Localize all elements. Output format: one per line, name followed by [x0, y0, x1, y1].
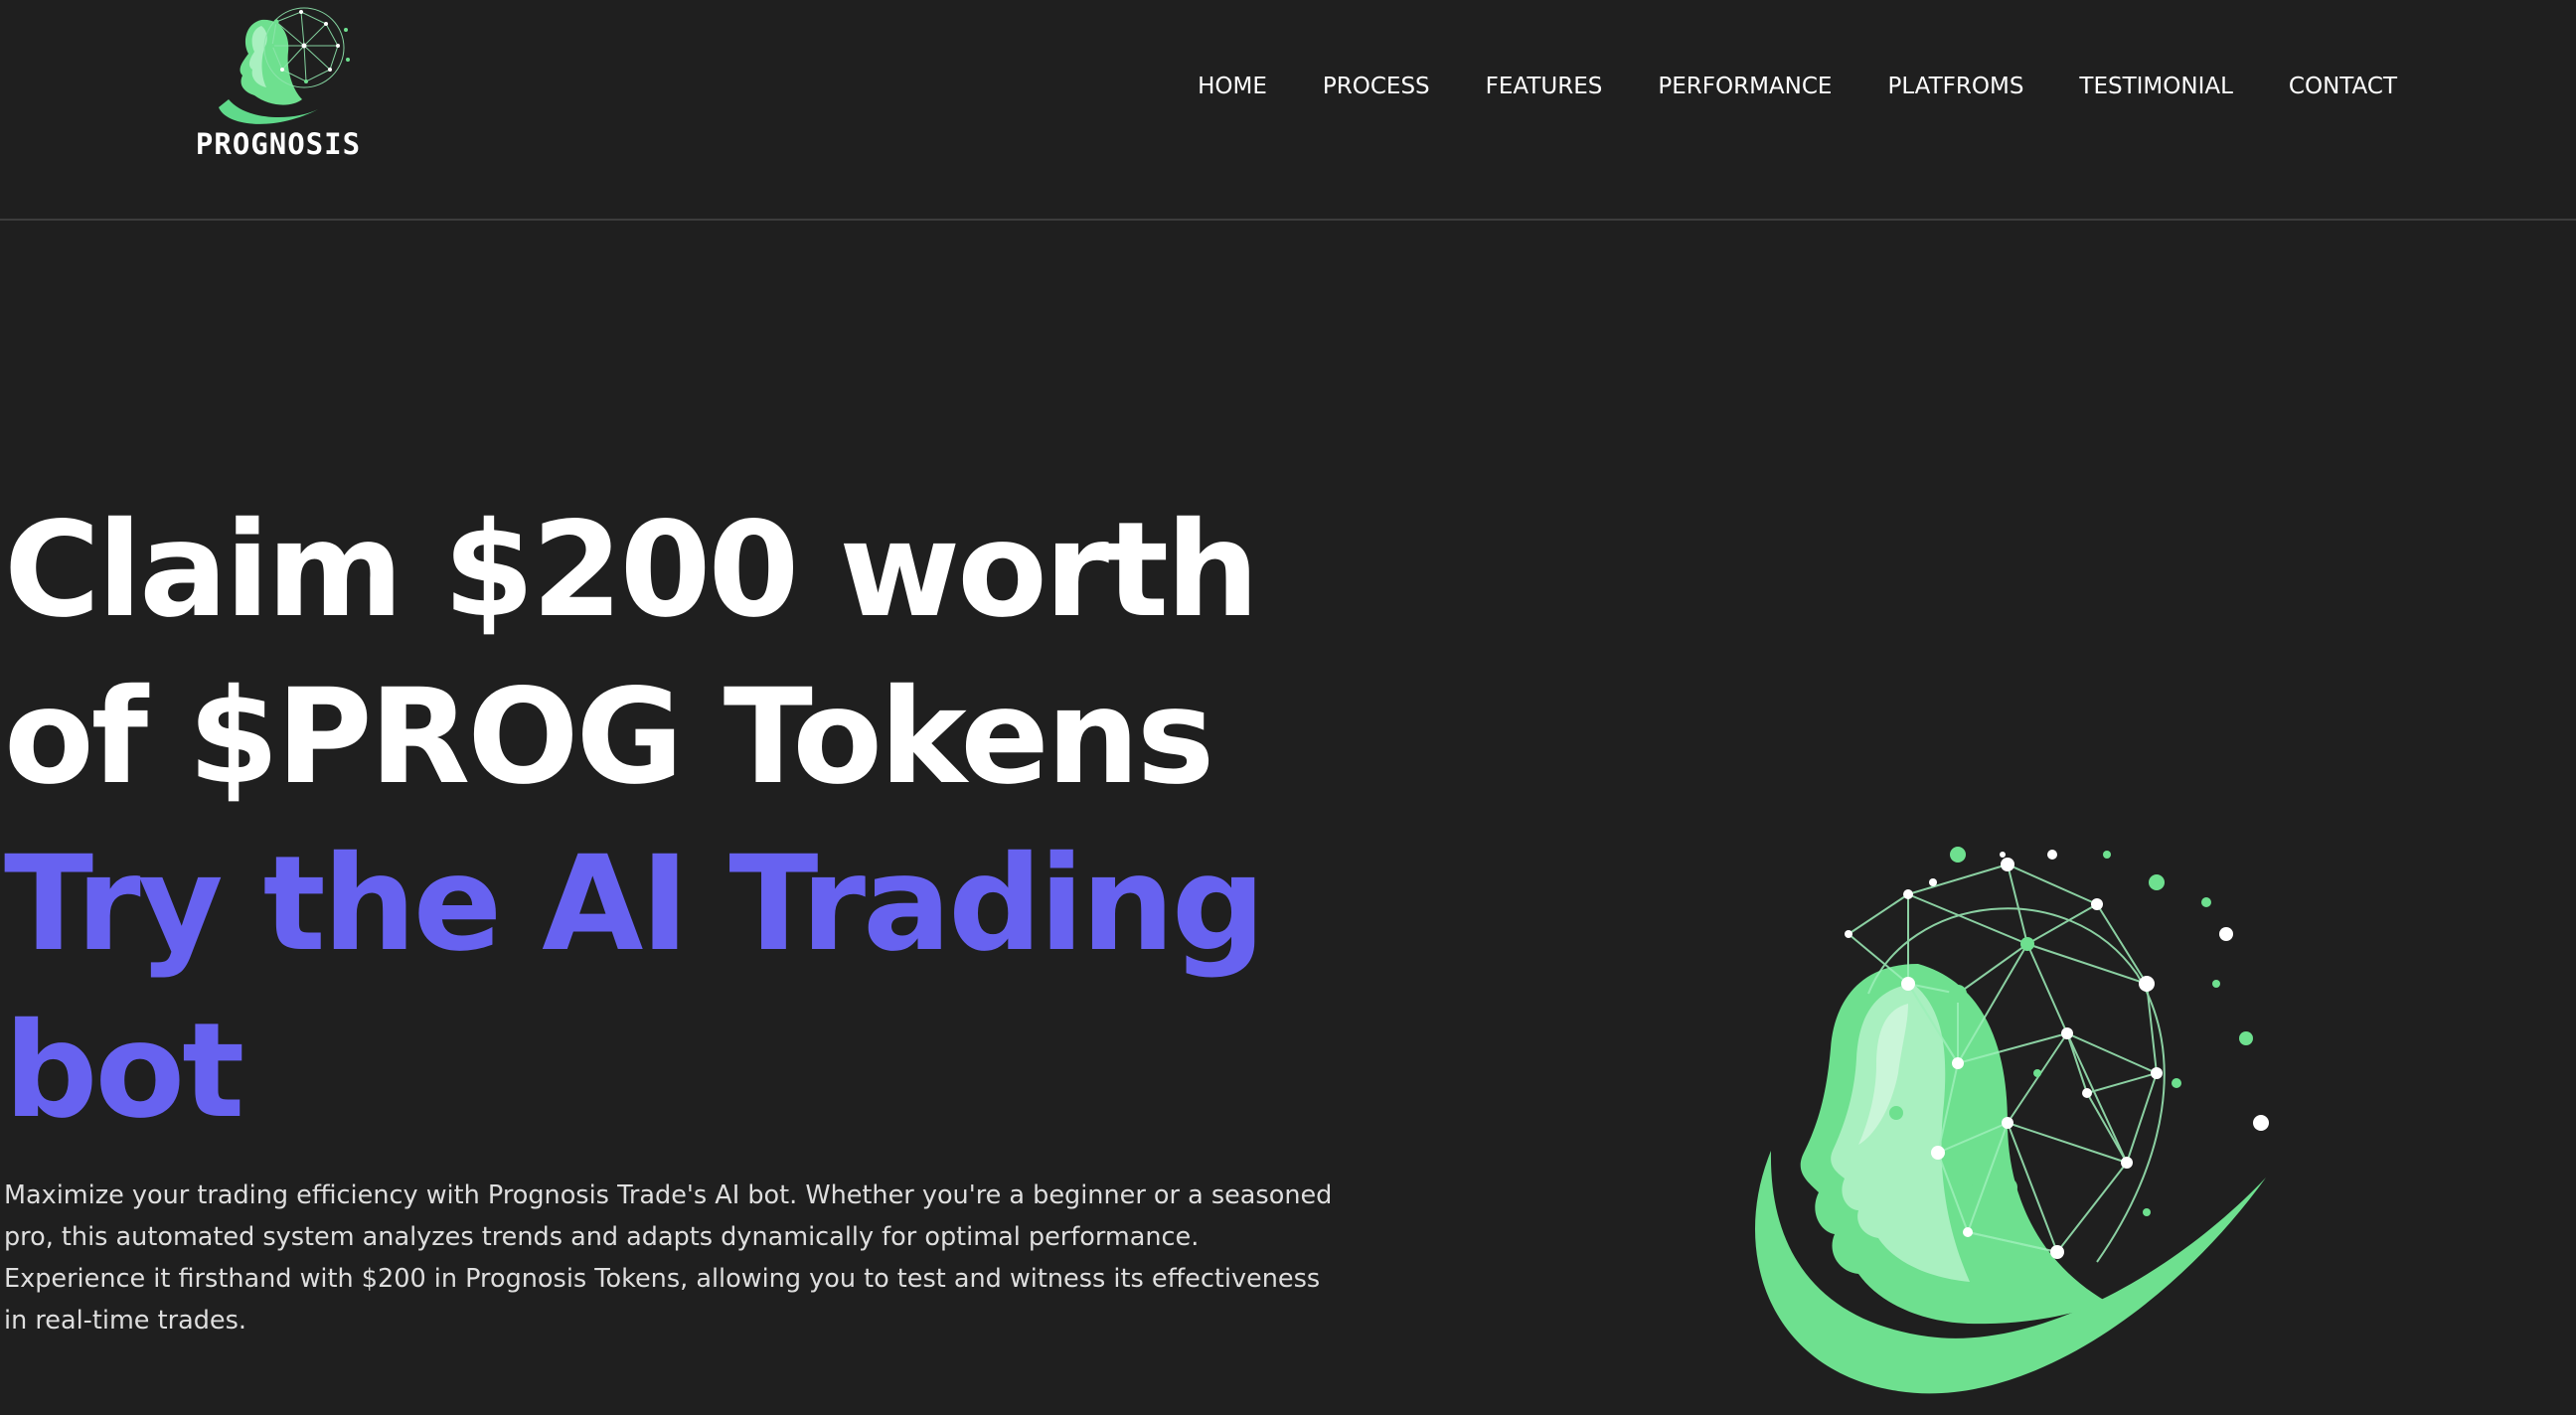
hero-description: Maximize your trading efficiency with Pr…: [4, 1180, 1333, 1336]
ai-head-network-icon: [1754, 847, 2269, 1394]
hero-title: Claim $200 worth of $PROG Tokens Try the…: [4, 487, 1326, 1155]
site-header: PROGNOSIS HOME PROCESS FEATURES PERFORMA…: [0, 0, 2576, 221]
ai-head-network-illustration: [1709, 835, 2296, 1415]
nav-contact[interactable]: CONTACT: [2289, 74, 2397, 99]
ai-head-network-logo-icon: [219, 7, 350, 124]
brand-logo[interactable]: PROGNOSIS: [189, 0, 368, 164]
nav-features[interactable]: FEATURES: [1486, 74, 1603, 99]
hero-title-line-1: Claim $200 worth: [4, 494, 1259, 647]
nav-performance[interactable]: PERFORMANCE: [1658, 74, 1832, 99]
hero-title-line-2: of $PROG Tokens: [4, 661, 1214, 814]
main-nav: HOME PROCESS FEATURES PERFORMANCE PLATFR…: [1198, 74, 2397, 99]
nav-home[interactable]: HOME: [1198, 74, 1267, 99]
nav-testimonial[interactable]: TESTIMONIAL: [2079, 74, 2233, 99]
brand-name: PROGNOSIS: [195, 127, 362, 161]
hero-highlight-line-2: bot: [4, 995, 244, 1148]
hero-highlight-line-1: Try the AI Trading: [4, 828, 1265, 981]
nav-platforms[interactable]: PLATFROMS: [1887, 74, 2023, 99]
nav-process[interactable]: PROCESS: [1323, 74, 1430, 99]
